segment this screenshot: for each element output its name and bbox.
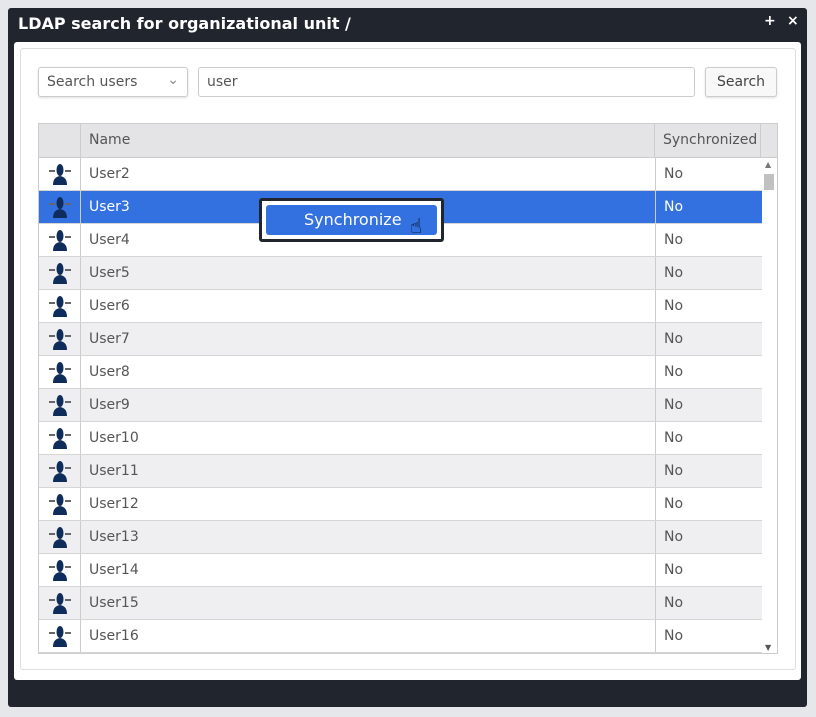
user-icon	[39, 620, 81, 652]
user-name: User14	[81, 554, 656, 586]
synchronized-value: No	[664, 529, 684, 545]
table-row[interactable]: User11 No	[39, 455, 762, 488]
table-row[interactable]: User14 No	[39, 554, 762, 587]
user-icon	[39, 389, 81, 421]
table-header: Name Synchronized	[39, 124, 777, 158]
synchronized-value: No	[664, 562, 684, 578]
user-icon	[39, 290, 81, 322]
search-scope-value: Search users	[47, 74, 138, 90]
user-icon	[39, 554, 81, 586]
user-name: User15	[81, 587, 656, 619]
table-row[interactable]: User8 No	[39, 356, 762, 389]
user-icon	[39, 257, 81, 289]
user-name: User12	[81, 488, 656, 520]
synchronized-value: No	[664, 232, 684, 248]
user-name: User9	[81, 389, 656, 421]
synchronized-value: No	[664, 298, 684, 314]
synchronized-value: No	[664, 265, 684, 281]
table-row[interactable]: User7 No	[39, 323, 762, 356]
maximize-button[interactable]: +	[764, 13, 776, 29]
user-icon	[39, 191, 81, 223]
user-icon	[39, 488, 81, 520]
user-name: User11	[81, 455, 656, 487]
user-name: User7	[81, 323, 656, 355]
user-name: User6	[81, 290, 656, 322]
chevron-down-icon: ⌄	[167, 72, 179, 88]
table-row[interactable]: User13 No	[39, 521, 762, 554]
header-icon-col	[39, 124, 81, 157]
synchronized-value: No	[664, 397, 684, 413]
search-button[interactable]: Search	[705, 67, 777, 97]
synchronized-value: No	[664, 364, 684, 380]
scroll-down-arrow-icon[interactable]: ▼	[765, 643, 771, 652]
synchronized-value: No	[664, 463, 684, 479]
user-name: User16	[81, 620, 656, 652]
search-scope-select[interactable]: Search users ⌄	[38, 67, 188, 97]
user-icon	[39, 323, 81, 355]
hand-cursor-icon: ☝	[410, 214, 423, 238]
search-input[interactable]: user	[198, 67, 695, 97]
table-row[interactable]: User12 No	[39, 488, 762, 521]
scrollbar[interactable]: ▲ ▼	[761, 158, 777, 653]
header-synchronized[interactable]: Synchronized	[655, 124, 761, 157]
dialog-title: LDAP search for organizational unit /	[18, 14, 351, 33]
user-name: User8	[81, 356, 656, 388]
synchronized-value: No	[664, 166, 684, 182]
scroll-up-arrow-icon[interactable]: ▲	[765, 160, 771, 169]
header-name[interactable]: Name	[81, 124, 655, 157]
synchronized-value: No	[664, 331, 684, 347]
user-icon	[39, 422, 81, 454]
user-name: User2	[81, 158, 656, 190]
user-name: User13	[81, 521, 656, 553]
table-row[interactable]: User10 No	[39, 422, 762, 455]
synchronized-value: No	[664, 430, 684, 446]
table-row[interactable]: User2 No	[39, 158, 762, 191]
user-icon	[39, 158, 81, 190]
user-icon	[39, 587, 81, 619]
user-icon	[39, 224, 81, 256]
table-row[interactable]: User16 No	[39, 620, 762, 653]
synchronized-value: No	[664, 628, 684, 644]
user-icon	[39, 356, 81, 388]
synchronized-value: No	[664, 595, 684, 611]
synchronized-value: No	[664, 199, 684, 215]
user-icon	[39, 521, 81, 553]
user-name: User5	[81, 257, 656, 289]
table-row[interactable]: User9 No	[39, 389, 762, 422]
user-name: User10	[81, 422, 656, 454]
close-button[interactable]: ×	[787, 13, 799, 29]
table-row[interactable]: User6 No	[39, 290, 762, 323]
scrollbar-thumb[interactable]	[764, 174, 774, 190]
user-icon	[39, 455, 81, 487]
table-row[interactable]: User5 No	[39, 257, 762, 290]
synchronized-value: No	[664, 496, 684, 512]
table-row[interactable]: User15 No	[39, 587, 762, 620]
